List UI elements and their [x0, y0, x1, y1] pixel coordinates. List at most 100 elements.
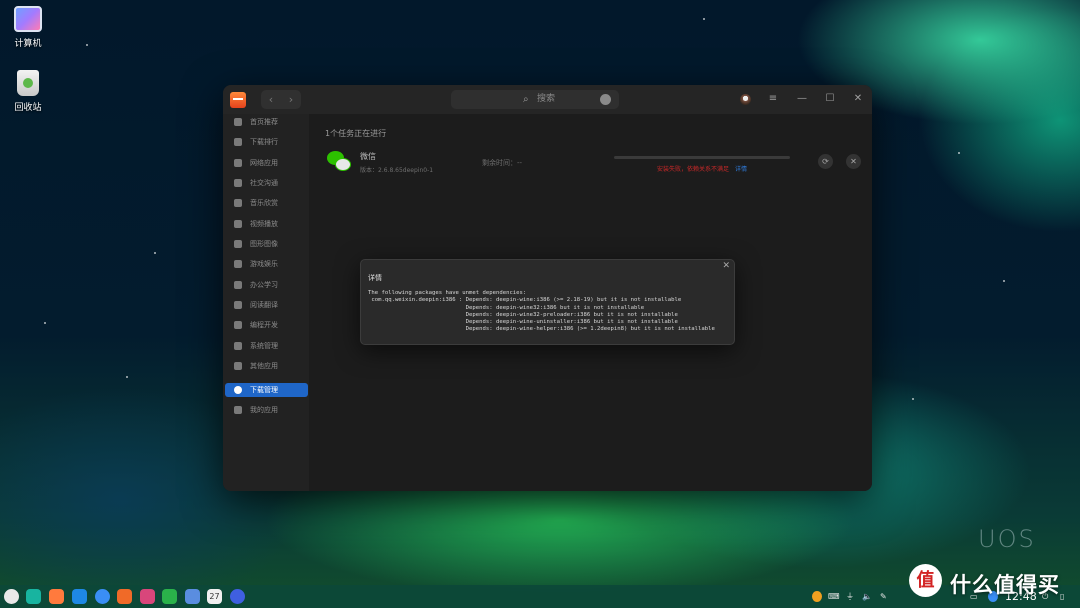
sidebar-item-music[interactable]: 音乐欣赏: [225, 196, 308, 210]
apps-icon: [234, 406, 242, 414]
computer-icon: [14, 6, 42, 32]
document-viewer-icon[interactable]: [185, 589, 200, 604]
music-icon: [234, 199, 242, 207]
system-icon: [234, 342, 242, 350]
dialog-line: The following packages have unmet depend…: [368, 290, 527, 296]
avatar[interactable]: [740, 94, 751, 105]
volume-icon[interactable]: 🔈: [862, 591, 872, 602]
error-message: 安装失败，依赖关系不满足: [657, 166, 730, 173]
sidebar-item-system[interactable]: 系统管理: [225, 339, 308, 353]
usb-icon[interactable]: ⏚: [846, 591, 854, 602]
sidebar-item-label: 办公学习: [250, 281, 278, 289]
sidebar-item-downloads[interactable]: 下载管理: [225, 383, 308, 397]
download-app-name: 微信: [360, 152, 376, 161]
multitask-view-icon[interactable]: [49, 589, 64, 604]
download-app-version: 版本：2.6.8.65deepin0-1: [360, 167, 434, 174]
sidebar-item-label: 图形图像: [250, 240, 278, 248]
download-item: 微信 版本：2.6.8.65deepin0-1 剩余时间：-- 安装失败，依赖关…: [323, 147, 861, 177]
close-button[interactable]: ✕: [851, 92, 865, 106]
trash-icon: [17, 70, 39, 96]
sidebar-item-label: 阅读翻译: [250, 301, 278, 309]
trash-icon[interactable]: ▯: [1060, 591, 1064, 602]
code-icon: [234, 321, 242, 329]
sidebar-item-video[interactable]: 视频播放: [225, 217, 308, 231]
star: [703, 18, 705, 20]
sidebar-item-label: 音乐欣赏: [250, 199, 278, 207]
settings-icon[interactable]: [230, 589, 245, 604]
sidebar-item-label: 系统管理: [250, 342, 278, 350]
tray-app-icon[interactable]: [812, 591, 822, 602]
remaining-time: 剩余时间：--: [482, 159, 523, 167]
sidebar-item-label: 编程开发: [250, 321, 278, 329]
sidebar-item-label: 下载管理: [250, 386, 278, 394]
watermark-text: 什么值得买: [950, 573, 1060, 597]
star: [912, 398, 914, 400]
forward-button[interactable]: ›: [281, 90, 301, 109]
sidebar-item-my-apps[interactable]: 我的应用: [225, 403, 308, 417]
desktop-icon-label: 计算机: [14, 39, 42, 49]
video-icon: [234, 220, 242, 228]
sidebar-item-social[interactable]: 社交沟通: [225, 176, 308, 190]
maximize-button[interactable]: ☐: [823, 92, 837, 106]
nav-buttons: ‹ ›: [261, 90, 301, 109]
error-details-link[interactable]: 详情: [735, 164, 747, 173]
task-count: 1个任务正在进行: [325, 129, 387, 138]
keyboard-icon[interactable]: ⌨: [828, 591, 840, 602]
desktop-icon-label: 回收站: [14, 103, 42, 113]
menu-button[interactable]: ≡: [766, 92, 780, 106]
more-icon: [234, 362, 242, 370]
star: [958, 152, 960, 154]
app-store-icon[interactable]: [117, 589, 132, 604]
launcher-icon[interactable]: [4, 589, 19, 604]
sidebar-item-network[interactable]: 网络应用: [225, 156, 308, 170]
pen-icon[interactable]: ✎: [880, 591, 887, 602]
sidebar-item-office[interactable]: 办公学习: [225, 278, 308, 292]
star: [1003, 280, 1005, 282]
app-store-blue-icon[interactable]: [72, 589, 87, 604]
sidebar-item-home[interactable]: 首页推荐: [225, 115, 308, 129]
gamepad-icon: [234, 260, 242, 268]
sidebar-item-others[interactable]: 其他应用: [225, 359, 308, 373]
search-input[interactable]: ⌕ 搜索: [451, 90, 619, 109]
music-icon[interactable]: [162, 589, 177, 604]
desktop-icon-computer[interactable]: 计算机: [0, 6, 56, 49]
dialog-message: The following packages have unmet depend…: [368, 290, 715, 334]
star: [44, 322, 46, 324]
sidebar-item-label: 社交沟通: [250, 179, 278, 187]
dialog-close-button[interactable]: ✕: [722, 261, 730, 271]
calendar-icon[interactable]: 27: [207, 589, 222, 604]
star: [126, 376, 128, 378]
star: [86, 44, 88, 46]
sidebar-item-label: 我的应用: [250, 406, 278, 414]
sidebar-item-games[interactable]: 游戏娱乐: [225, 257, 308, 271]
cancel-download-button[interactable]: ✕: [846, 154, 861, 169]
sidebar-item-reading[interactable]: 阅读翻译: [225, 298, 308, 312]
star: [154, 252, 156, 254]
back-button[interactable]: ‹: [261, 90, 281, 109]
sidebar-item-development[interactable]: 编程开发: [225, 318, 308, 332]
search-icon: ⌕: [523, 94, 529, 105]
download-icon: [234, 386, 242, 394]
book-icon: [234, 301, 242, 309]
minimize-button[interactable]: —: [795, 92, 809, 106]
sidebar-item-ranking[interactable]: 下载排行: [225, 135, 308, 149]
dialog-title: 详情: [368, 274, 382, 282]
app-store-logo-icon: [230, 92, 246, 108]
sidebar-item-graphics[interactable]: 图形图像: [225, 237, 308, 251]
sidebar-item-label: 下载排行: [250, 138, 278, 146]
uos-logo: UOS: [978, 525, 1036, 553]
desktop-icon-trash[interactable]: 回收站: [0, 70, 56, 113]
sidebar-item-label: 其他应用: [250, 362, 278, 370]
details-dialog: 详情 ✕ The following packages have unmet d…: [360, 259, 735, 345]
dialog-line: com.qq.weixin.deepin:i386 : Depends: dee…: [368, 297, 682, 304]
file-manager-icon[interactable]: [26, 589, 41, 604]
dialog-line: Depends: deepin-wine32-preloader:i386 bu…: [368, 311, 678, 318]
voice-search-icon[interactable]: [600, 94, 611, 105]
retry-button[interactable]: ⟳: [818, 154, 833, 169]
search-placeholder: 搜索: [537, 94, 556, 104]
photos-icon[interactable]: [140, 589, 155, 604]
sidebar-item-label: 网络应用: [250, 159, 278, 167]
image-icon: [234, 240, 242, 248]
browser-icon[interactable]: [95, 589, 110, 604]
globe-icon: [234, 159, 242, 167]
